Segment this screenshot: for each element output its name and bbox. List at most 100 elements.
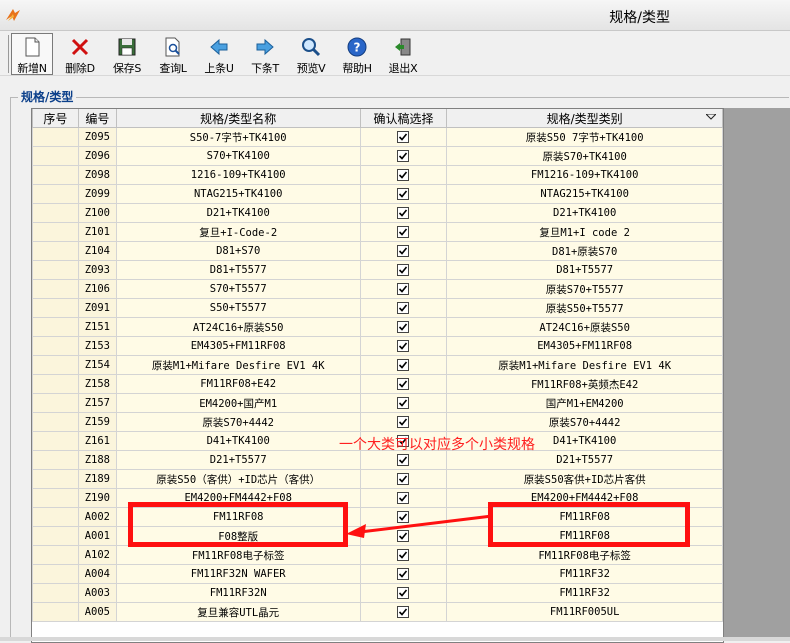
cell-category[interactable]: 原装M1+Mifare Desfire EV1 4K [446, 355, 723, 375]
table-row[interactable]: Z100 D21+TK4100 D21+TK4100 [32, 203, 723, 223]
cell-code[interactable]: Z151 [77, 317, 117, 337]
cell-name[interactable]: NTAG215+TK4100 [115, 184, 361, 204]
cell-category[interactable]: FM11RF32 [446, 583, 723, 603]
cell-code[interactable]: Z091 [77, 298, 117, 318]
sort-triangle-icon[interactable] [706, 114, 716, 120]
cell-seq[interactable] [32, 184, 79, 204]
cell-confirm[interactable] [359, 545, 448, 565]
cell-confirm[interactable] [359, 317, 448, 337]
cell-confirm[interactable] [359, 393, 448, 413]
cell-name[interactable]: FM11RF08+E42 [115, 374, 361, 394]
confirm-checkbox[interactable] [397, 606, 410, 618]
confirm-checkbox[interactable] [397, 131, 410, 143]
cell-seq[interactable] [32, 469, 79, 489]
cell-seq[interactable] [32, 602, 79, 622]
data-grid[interactable]: 序号 编号 规格/类型名称 确认稿选择 规格/类型类别 Z095 S50-7字节+… [31, 108, 724, 643]
cell-confirm[interactable] [359, 602, 448, 622]
table-row[interactable]: Z095 S50-7字节+TK4100 原装S50 7字节+TK4100 [32, 127, 723, 147]
next-button[interactable]: 下条T [245, 34, 285, 75]
cell-code[interactable]: Z100 [77, 203, 117, 223]
cell-seq[interactable] [32, 355, 79, 375]
cell-code[interactable]: Z190 [77, 488, 117, 508]
cell-category[interactable]: 原装S50 7字节+TK4100 [446, 127, 723, 147]
cell-name[interactable]: S70+T5577 [115, 279, 361, 299]
table-row[interactable]: Z157 EM4200+国产M1 国产M1+EM4200 [32, 393, 723, 413]
cell-name[interactable]: 原装M1+Mifare Desfire EV1 4K [115, 355, 361, 375]
cell-seq[interactable] [32, 165, 79, 185]
cell-category[interactable]: FM11RF08电子标签 [446, 545, 723, 565]
table-row[interactable]: Z098 1216-109+TK4100 FM1216-109+TK4100 [32, 165, 723, 185]
table-row[interactable]: Z106 S70+T5577 原装S70+T5577 [32, 279, 723, 299]
cell-category[interactable]: 原装S50客供+ID芯片客供 [446, 469, 723, 489]
cell-confirm[interactable] [359, 488, 448, 508]
cell-code[interactable]: A005 [77, 602, 117, 622]
cell-name[interactable]: 原装S50（客供）+ID芯片（客供） [115, 469, 361, 489]
cell-confirm[interactable] [359, 583, 448, 603]
cell-seq[interactable] [32, 298, 79, 318]
table-row[interactable]: A003 FM11RF32N FM11RF32 [32, 583, 723, 603]
cell-code[interactable]: A003 [77, 583, 117, 603]
confirm-checkbox[interactable] [397, 321, 410, 333]
confirm-checkbox[interactable] [397, 264, 410, 276]
cell-seq[interactable] [32, 260, 79, 280]
confirm-checkbox[interactable] [397, 568, 410, 580]
cell-seq[interactable] [32, 450, 79, 470]
table-row[interactable]: Z159 原装S70+4442 原装S70+4442 [32, 412, 723, 432]
cell-code[interactable]: A001 [77, 526, 117, 546]
delete-button[interactable]: 删除D [60, 34, 100, 75]
cell-code[interactable]: Z095 [77, 127, 117, 147]
cell-category[interactable]: 原装S50+T5577 [446, 298, 723, 318]
cell-confirm[interactable] [359, 298, 448, 318]
cell-confirm[interactable] [359, 279, 448, 299]
cell-confirm[interactable] [359, 241, 448, 261]
confirm-checkbox[interactable] [397, 397, 410, 409]
cell-name[interactable]: FM11RF32N WAFER [115, 564, 361, 584]
cell-category[interactable]: 原装S70+TK4100 [446, 146, 723, 166]
cell-code[interactable]: Z099 [77, 184, 117, 204]
confirm-checkbox[interactable] [397, 416, 410, 428]
cell-seq[interactable] [32, 431, 79, 451]
table-row[interactable]: A102 FM11RF08电子标签 FM11RF08电子标签 [32, 545, 723, 565]
table-row[interactable]: Z099 NTAG215+TK4100 NTAG215+TK4100 [32, 184, 723, 204]
cell-name[interactable]: AT24C16+原装S50 [115, 317, 361, 337]
cell-seq[interactable] [32, 507, 79, 527]
save-button[interactable]: 保存S [107, 34, 147, 75]
cell-seq[interactable] [32, 146, 79, 166]
help-button[interactable]: ? 帮助H [337, 34, 377, 75]
cell-seq[interactable] [32, 317, 79, 337]
cell-confirm[interactable] [359, 374, 448, 394]
confirm-checkbox[interactable] [397, 302, 410, 314]
prev-button[interactable]: 上条U [199, 34, 239, 75]
confirm-checkbox[interactable] [397, 340, 410, 352]
cell-name[interactable]: FM11RF08电子标签 [115, 545, 361, 565]
cell-seq[interactable] [32, 241, 79, 261]
cell-seq[interactable] [32, 203, 79, 223]
cell-category[interactable]: FM11RF32 [446, 564, 723, 584]
confirm-checkbox[interactable] [397, 587, 410, 599]
cell-code[interactable]: Z153 [77, 336, 117, 356]
cell-confirm[interactable] [359, 127, 448, 147]
cell-seq[interactable] [32, 374, 79, 394]
cell-confirm[interactable] [359, 165, 448, 185]
cell-code[interactable]: Z158 [77, 374, 117, 394]
cell-seq[interactable] [32, 127, 79, 147]
cell-confirm[interactable] [359, 412, 448, 432]
cell-category[interactable]: 原装S70+4442 [446, 412, 723, 432]
confirm-checkbox[interactable] [397, 226, 410, 238]
cell-name[interactable]: D81+T5577 [115, 260, 361, 280]
cell-code[interactable]: A102 [77, 545, 117, 565]
cell-name[interactable]: EM4305+FM11RF08 [115, 336, 361, 356]
confirm-checkbox[interactable] [397, 283, 410, 295]
cell-code[interactable]: A004 [77, 564, 117, 584]
table-row[interactable]: Z153 EM4305+FM11RF08 EM4305+FM11RF08 [32, 336, 723, 356]
cell-seq[interactable] [32, 393, 79, 413]
confirm-checkbox[interactable] [397, 378, 410, 390]
confirm-checkbox[interactable] [397, 150, 410, 162]
cell-code[interactable]: Z161 [77, 431, 117, 451]
table-row[interactable]: Z104 D81+S70 D81+原装S70 [32, 241, 723, 261]
cell-name[interactable]: D21+TK4100 [115, 203, 361, 223]
cell-seq[interactable] [32, 336, 79, 356]
cell-confirm[interactable] [359, 336, 448, 356]
table-row[interactable]: Z158 FM11RF08+E42 FM11RF08+英频杰E42 [32, 374, 723, 394]
confirm-checkbox[interactable] [397, 359, 410, 371]
